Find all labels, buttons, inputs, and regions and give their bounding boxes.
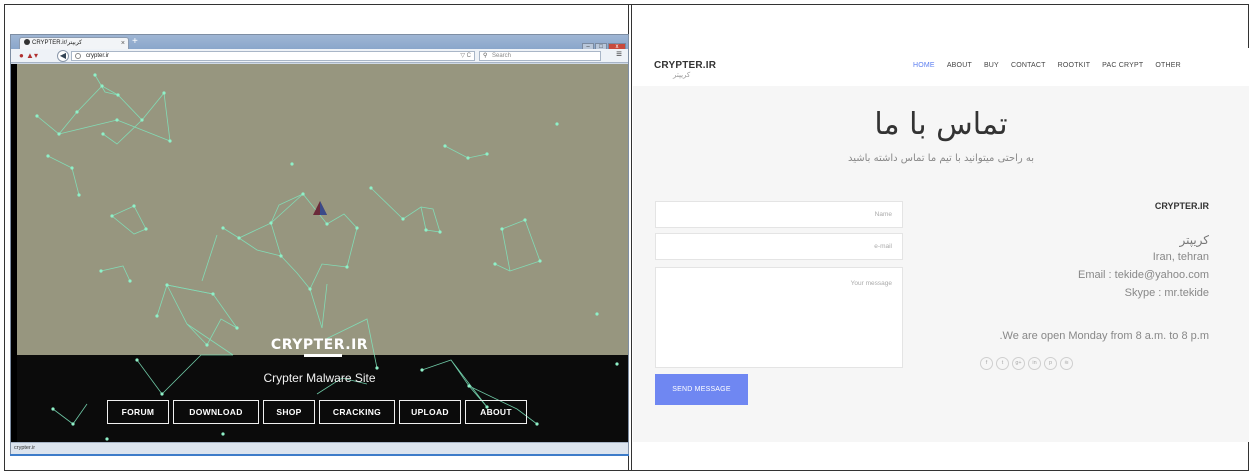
nav-download-button[interactable]: DOWNLOAD [173,400,259,424]
site-tagline: Crypter Malware Site [263,371,376,385]
favicon-icon [24,39,30,45]
network-animation [35,73,619,441]
page-title: تماس با ما [874,107,1008,142]
window-controls: – □ x [581,35,626,51]
info-skype: Skype : mr.tekide [1124,287,1209,299]
search-input[interactable]: ⚲ Search [479,51,601,61]
address-bar[interactable]: crypter.ir ▽ C [71,51,475,61]
message-field[interactable]: Your message [655,267,903,368]
name-field[interactable]: Name [655,201,903,228]
nav-shop-button[interactable]: SHOP [263,400,315,424]
nav-other[interactable]: OTHER [1155,62,1181,69]
nav-cracking-button[interactable]: CRACKING [319,400,395,424]
site-header: CRYPTER.IR کریپتر HOME ABOUT BUY CONTACT… [633,48,1249,86]
landing-nav: FORUM DOWNLOAD SHOP CRACKING UPLOAD ABOU… [107,400,527,424]
email-field[interactable]: e-mail [655,233,903,260]
info-hours: .We are open Monday from 8 a.m. to 8 p.m [999,330,1209,342]
tab-bar: CRYPTER.ir/کریپتر × + – □ x [11,35,628,51]
nav-upload-button[interactable]: UPLOAD [399,400,461,424]
pyramid-icon [313,201,327,215]
nav-home[interactable]: HOME [913,62,935,69]
google-plus-icon[interactable]: g+ [1012,357,1025,370]
nav-pac-crypt[interactable]: PAC CRYPT [1102,62,1143,69]
url-text: crypter.ir [86,53,110,59]
contact-info: CRYPTER.IR کریپتر Iran, tehran Email : t… [999,201,1209,342]
nav-about[interactable]: ABOUT [947,62,972,69]
rss-icon[interactable]: ≋ [1060,357,1073,370]
contact-section: تماس با ما به راحتی میتوانید با تیم ما ت… [633,86,1249,442]
nav-about-button[interactable]: ABOUT [465,400,527,424]
nav-buy[interactable]: BUY [984,62,999,69]
tab-title: CRYPTER.ir/کریپتر [32,40,83,46]
hamburger-menu-icon[interactable]: ≡ [616,50,622,60]
nav-contact[interactable]: CONTACT [1011,62,1046,69]
brand-subtitle: کریپتر [673,71,691,79]
site-logo[interactable]: CRYPTER.IR [11,337,628,353]
new-tab-button[interactable]: + [132,36,138,47]
linkedin-icon[interactable]: in [1028,357,1041,370]
nav-rootkit[interactable]: ROOTKIT [1058,62,1091,69]
search-icon: ⚲ [483,53,488,59]
top-nav: HOME ABOUT BUY CONTACT ROOTKIT PAC CRYPT… [913,62,1181,69]
send-message-button[interactable]: SEND MESSAGE [655,374,748,405]
addon-icons[interactable]: ● ▲▾ [19,51,38,60]
info-name-fa: کریپتر [1179,233,1209,247]
facebook-icon[interactable]: f [980,357,993,370]
page-viewport: CRYPTER.IR Crypter Malware Site FORUM DO… [11,64,628,442]
status-bar: crypter.ir [11,442,628,454]
social-links: f t g+ in p ≋ [980,357,1073,370]
page-subtitle: به راحتی میتوانید با تیم ما تماس داشته ب… [847,153,1035,164]
nav-forum-button[interactable]: FORUM [107,400,169,424]
back-button[interactable]: ◀ [57,50,69,62]
info-location: Iran, tehran [1152,251,1209,263]
search-placeholder: Search [492,53,512,59]
browser-toolbar: ● ▲▾ ◀ crypter.ir ▽ C ⚲ Search ≡ [11,49,628,63]
taskbar-strip [10,454,629,456]
info-email: Email : tekide@yahoo.com [1077,269,1209,281]
globe-icon [75,53,81,59]
browser-window: CRYPTER.ir/کریپتر × + – □ x ● ▲▾ ◀ crypter… [10,34,629,454]
twitter-icon[interactable]: t [996,357,1009,370]
brand-logo[interactable]: CRYPTER.IR [654,60,716,71]
pinterest-icon[interactable]: p [1044,357,1057,370]
browser-tab[interactable]: CRYPTER.ir/کریپتر × [19,37,129,49]
tab-close-icon[interactable]: × [121,38,125,49]
reload-icon[interactable]: ▽ C [460,52,471,60]
info-title: CRYPTER.IR [1154,201,1209,211]
logo-underline [304,354,342,357]
